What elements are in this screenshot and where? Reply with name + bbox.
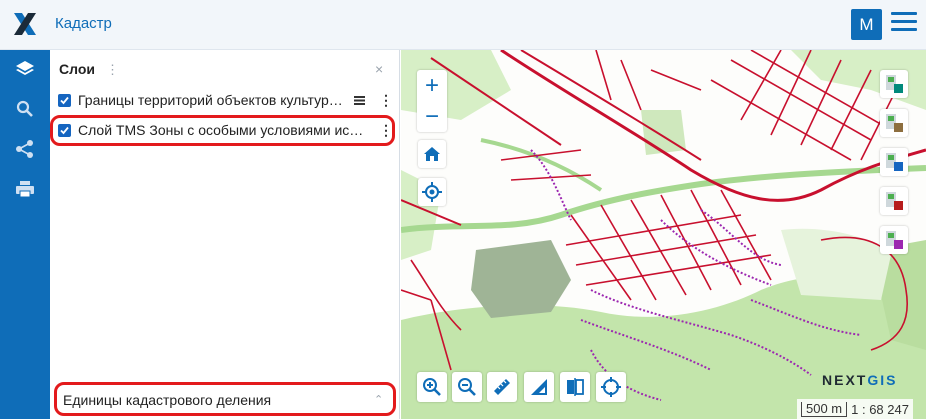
left-toolbar: [0, 50, 50, 419]
layer-style-button[interactable]: [880, 187, 908, 215]
hamburger-icon[interactable]: [891, 12, 917, 36]
zoom-in-tool-button[interactable]: [417, 372, 447, 402]
zoom-out-tool-button[interactable]: [452, 372, 482, 402]
print-icon: [16, 181, 34, 198]
layer-style-icon: [886, 231, 903, 249]
layer-style-button[interactable]: [880, 70, 908, 98]
layer-checkbox[interactable]: [58, 93, 71, 107]
scale-bar: 500 m: [801, 401, 848, 417]
layer-style-icon: [886, 153, 903, 171]
layer-style-icon: [886, 192, 903, 210]
panel-title: Слои: [59, 61, 95, 77]
zoom-in-button[interactable]: +: [417, 70, 447, 101]
ruler-icon: [494, 379, 510, 395]
area-ruler-icon: [531, 379, 547, 395]
user-avatar-button[interactable]: М: [851, 9, 882, 40]
print-button[interactable]: [0, 170, 50, 208]
share-button[interactable]: [0, 130, 50, 168]
measure-area-button[interactable]: [524, 372, 554, 402]
highlight-annotation: [50, 115, 395, 146]
scale-ratio: 1 : 68 247: [851, 401, 909, 417]
swipe-compare-button[interactable]: [560, 372, 590, 402]
layer-style-icon: [886, 114, 903, 132]
nextgis-logo-icon: [14, 13, 36, 35]
nextgis-logo: NEXTGIS: [822, 372, 897, 388]
share-icon: [16, 140, 33, 158]
app-header: Кадастр М: [0, 0, 926, 50]
identify-button[interactable]: [596, 372, 626, 402]
map-view[interactable]: [401, 50, 926, 419]
layer-item[interactable]: Границы территорий объектов культурного …: [50, 86, 400, 114]
target-icon: [601, 377, 621, 397]
measure-distance-button[interactable]: [487, 372, 517, 402]
map-canvas[interactable]: [401, 50, 926, 419]
crosshair-icon: [422, 182, 442, 202]
layers-button[interactable]: [0, 50, 50, 88]
check-icon: [60, 96, 69, 104]
panel-options-icon[interactable]: ⋮: [106, 62, 119, 78]
layer-more-icon[interactable]: ⋮: [379, 92, 393, 109]
locate-button[interactable]: [418, 178, 446, 206]
layer-label: Границы территорий объектов культурного …: [78, 92, 350, 108]
layer-style-button[interactable]: [880, 226, 908, 254]
search-icon: [16, 100, 33, 117]
home-button[interactable]: [418, 140, 446, 168]
app-title: Кадастр: [55, 15, 112, 32]
layers-panel: Слои ⋮ × Границы территорий объектов кул…: [50, 50, 400, 419]
layer-style-button[interactable]: [880, 148, 908, 176]
highlight-annotation: [54, 382, 396, 416]
zoom-out-button[interactable]: −: [417, 101, 447, 132]
zoom-in-icon: [423, 378, 441, 396]
layers-icon: [16, 61, 34, 75]
layer-style-icon: [886, 75, 903, 93]
search-button[interactable]: [0, 90, 50, 128]
close-icon[interactable]: ×: [375, 61, 383, 77]
brand-suffix: GIS: [867, 372, 898, 388]
layer-style-button[interactable]: [880, 109, 908, 137]
scale-control: 500 m 1 : 68 247: [797, 399, 913, 419]
zoom-out-icon: [458, 378, 476, 396]
swipe-icon: [567, 378, 584, 396]
home-icon: [424, 147, 440, 161]
zoom-control: + −: [417, 70, 447, 132]
brand-prefix: NEXT: [822, 372, 868, 388]
legend-icon[interactable]: [354, 96, 365, 105]
